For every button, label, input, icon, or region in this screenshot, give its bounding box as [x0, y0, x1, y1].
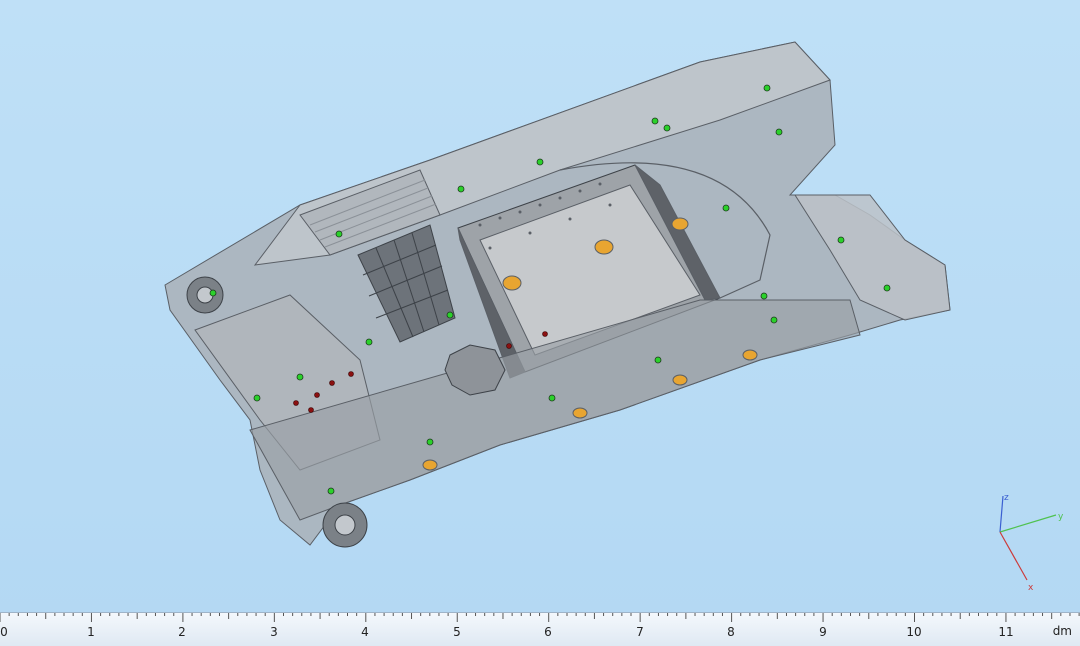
z-axis-label: z	[1004, 493, 1009, 503]
model-canvas[interactable]: z y x	[0, 0, 1080, 612]
x-axis-label: x	[1028, 583, 1034, 593]
ruler-tick-9: 9	[819, 625, 827, 639]
ruler-tick-7: 7	[636, 625, 644, 639]
ruler-tick-6: 6	[544, 625, 552, 639]
ruler-unit-label: dm	[1052, 624, 1072, 638]
axes-triad: z y x	[999, 493, 1064, 593]
ruler-tick-3: 3	[270, 625, 278, 639]
ruler-tick-8: 8	[727, 625, 735, 639]
ruler-tick-10: 10	[906, 625, 922, 639]
ruler-tick-5: 5	[453, 625, 461, 639]
ruler-tick-1: 1	[87, 625, 95, 639]
ruler-tick-2: 2	[178, 625, 186, 639]
3d-viewport[interactable]: z y x	[0, 0, 1080, 612]
hull-model	[164, 41, 951, 548]
scale-ruler: 0 1 2 3 4 5 6 7 8 9 10 11 dm	[0, 612, 1080, 646]
ruler-ticks	[0, 613, 1080, 622]
ruler-tick-4: 4	[361, 625, 369, 639]
ruler-tick-11: 11	[998, 625, 1014, 639]
ruler-tick-0: 0	[0, 625, 8, 639]
y-axis-label: y	[1058, 512, 1064, 522]
